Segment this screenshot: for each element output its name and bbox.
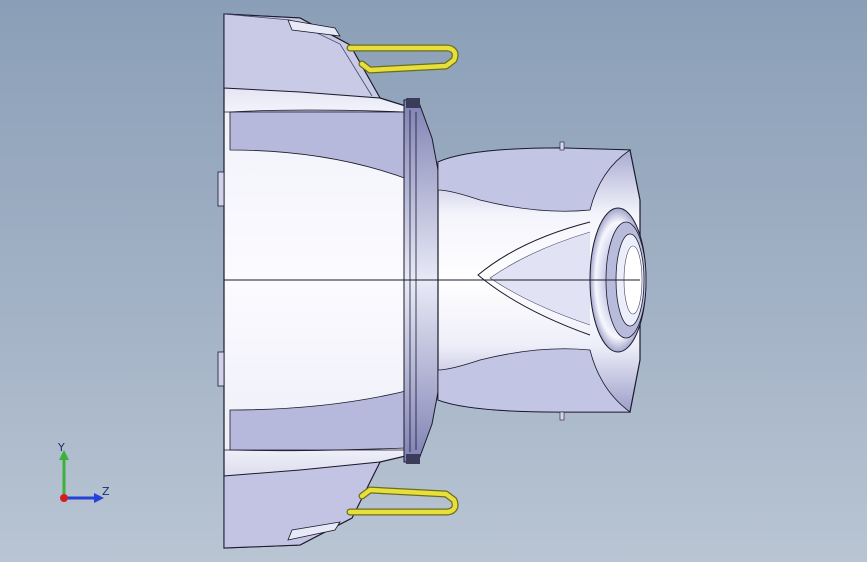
graphics-viewport[interactable]: Y Z [0,0,867,562]
lower-handle[interactable] [346,486,459,516]
main-housing [217,13,431,549]
axis-y-label: Y [58,441,65,454]
upper-handle[interactable] [346,44,459,74]
axis-z-label: Z [102,485,110,498]
flange-ring [403,98,439,464]
x-axis-dot [60,494,68,502]
3d-model-view[interactable] [0,0,867,562]
